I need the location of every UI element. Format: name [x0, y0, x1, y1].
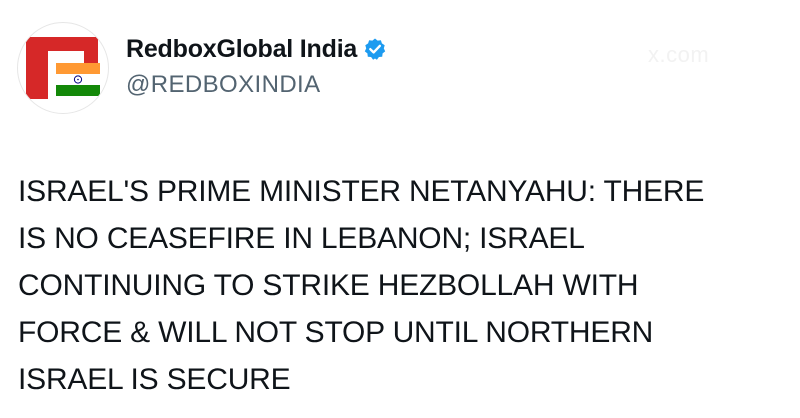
author-avatar[interactable] — [17, 22, 109, 114]
tweet-card: RedboxGlobal India @REDBOXINDIA x.com IS… — [0, 0, 800, 418]
verified-badge-icon — [363, 37, 387, 61]
redbox-india-logo-icon — [26, 37, 100, 99]
author-handle[interactable]: @REDBOXINDIA — [126, 70, 387, 100]
tweet-text: ISRAEL'S PRIME MINISTER NETANYAHU: THERE… — [18, 175, 705, 396]
author-block: RedboxGlobal India @REDBOXINDIA — [126, 34, 387, 100]
author-name-row[interactable]: RedboxGlobal India — [126, 34, 387, 64]
author-display-name[interactable]: RedboxGlobal India — [126, 34, 357, 64]
watermark: x.com — [648, 42, 710, 67]
